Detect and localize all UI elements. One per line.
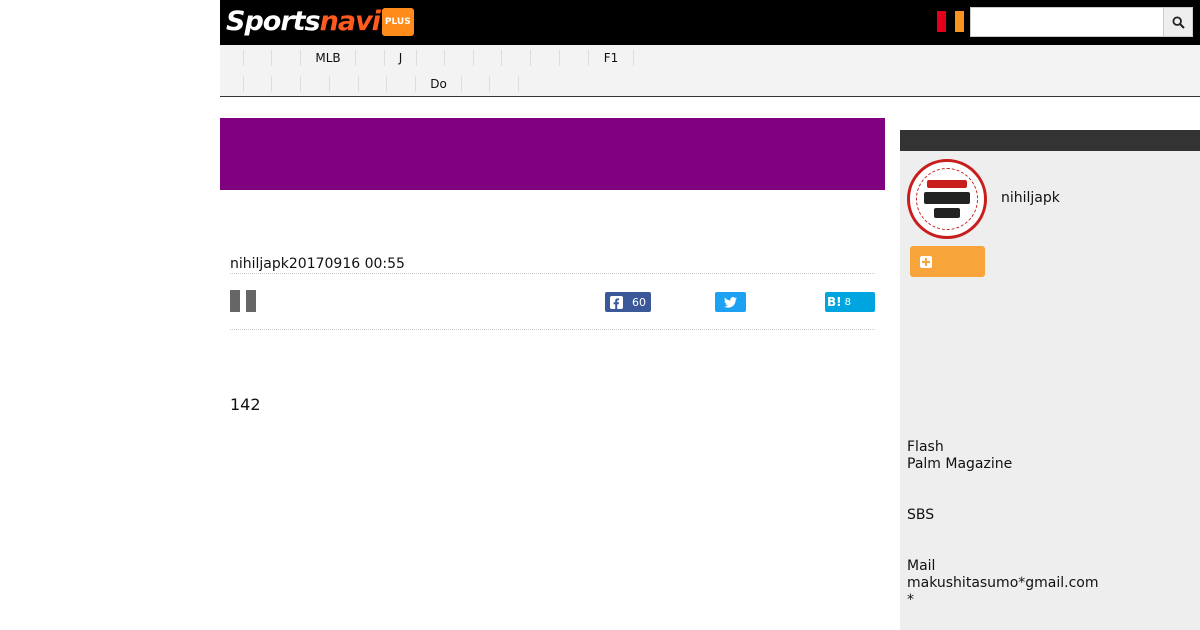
nav-item[interactable] xyxy=(301,76,330,92)
sportsnavi-logo[interactable]: Sports navi PLUS xyxy=(226,5,414,39)
nav-item-j[interactable]: J xyxy=(385,50,417,66)
search-button[interactable] xyxy=(1163,7,1193,37)
plus-icon xyxy=(920,255,932,268)
nav-item[interactable] xyxy=(462,76,490,92)
author-sidebar: nihiljapk Flash Palm Magazine SBS Mail m… xyxy=(900,130,1200,630)
profile-line: Palm Magazine xyxy=(907,456,1013,472)
category-nav: MLB J F1 Do xyxy=(220,45,1200,97)
nav-item[interactable] xyxy=(490,76,519,92)
nav-item[interactable] xyxy=(244,50,272,66)
nav-item[interactable] xyxy=(474,50,502,66)
facebook-share-count: 60 xyxy=(632,295,646,309)
hatena-bookmark-button[interactable]: B! 8 xyxy=(825,292,875,312)
logo-navi-text: navi xyxy=(319,6,381,37)
facebook-share-button[interactable]: 60 xyxy=(605,292,651,312)
nav-item[interactable] xyxy=(330,76,359,92)
nav-item[interactable] xyxy=(531,50,560,66)
profile-line xyxy=(907,473,1192,507)
twitter-icon xyxy=(724,296,737,308)
profile-line: * xyxy=(907,592,914,608)
nav-item[interactable] xyxy=(387,76,416,92)
nav-item-mlb[interactable]: MLB xyxy=(301,50,356,66)
nav-item[interactable] xyxy=(220,76,244,92)
author-username[interactable]: nihiljapk xyxy=(1001,190,1060,206)
article-body: 142 xyxy=(230,395,261,414)
nav-item[interactable] xyxy=(445,50,474,66)
nav-item[interactable] xyxy=(356,50,385,66)
twitter-share-button[interactable] xyxy=(715,292,746,312)
divider xyxy=(230,273,875,274)
article-banner xyxy=(220,118,885,190)
flag-icon[interactable] xyxy=(937,11,964,32)
author-profile: Flash Palm Magazine SBS Mail makushitasu… xyxy=(907,439,1192,609)
nav-row-1: MLB J F1 xyxy=(220,46,634,70)
profile-line: Flash xyxy=(907,439,944,455)
nav-item[interactable] xyxy=(272,50,301,66)
pause-icon[interactable] xyxy=(230,290,256,312)
hatena-icon: B! xyxy=(827,295,842,309)
profile-email: makushitasumo*gmail.com xyxy=(907,575,1099,591)
profile-line: SBS xyxy=(907,507,935,523)
nav-row-2: Do xyxy=(220,72,519,96)
profile-line xyxy=(907,524,1192,558)
search-input[interactable] xyxy=(970,7,1165,37)
search-icon xyxy=(1171,15,1185,29)
divider xyxy=(230,329,875,330)
logo-sports-text: Sports xyxy=(226,6,321,37)
logo-plus-badge: PLUS xyxy=(381,8,414,36)
sidebar-header xyxy=(900,130,1200,151)
profile-line: Mail xyxy=(907,558,936,574)
nav-item[interactable] xyxy=(220,50,244,66)
nav-item[interactable] xyxy=(417,50,445,66)
nav-item[interactable] xyxy=(359,76,387,92)
nav-item-do[interactable]: Do xyxy=(416,76,462,92)
article-byline: nihiljapk20170916 00:55 xyxy=(230,256,405,272)
nav-item[interactable] xyxy=(244,76,272,92)
author-avatar[interactable] xyxy=(907,159,987,239)
nav-item-f1[interactable]: F1 xyxy=(589,50,634,66)
hatena-bookmark-count: 8 xyxy=(844,296,851,308)
nav-item[interactable] xyxy=(272,76,301,92)
nav-item[interactable] xyxy=(502,50,531,66)
nav-item[interactable] xyxy=(560,50,589,66)
site-header: Sports navi PLUS xyxy=(220,0,1200,45)
follow-button[interactable] xyxy=(910,246,985,277)
facebook-icon xyxy=(610,295,623,309)
